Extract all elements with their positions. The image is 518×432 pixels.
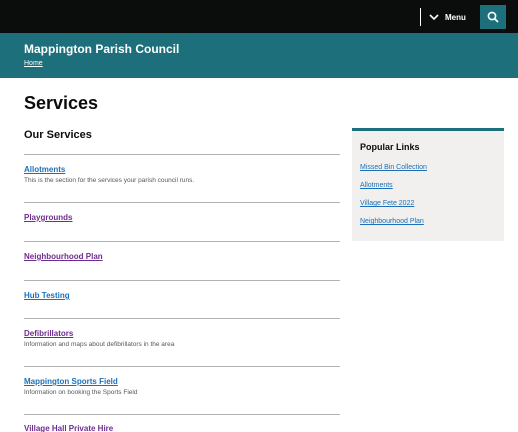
- top-bar: Menu: [0, 0, 518, 33]
- list-item: Hub Testing: [24, 280, 340, 318]
- popular-link-missed-bin[interactable]: Missed Bin Collection: [360, 164, 427, 171]
- list-item: Playgrounds: [24, 202, 340, 241]
- popular-link-allotments[interactable]: Allotments: [360, 182, 393, 189]
- menu-button[interactable]: Menu: [420, 8, 466, 26]
- service-description: Information on booking the Sports Field: [24, 389, 138, 396]
- breadcrumb-home-link[interactable]: Home: [24, 60, 43, 67]
- service-link-defibrillators[interactable]: Defibrillators: [24, 329, 73, 338]
- menu-label: Menu: [445, 12, 466, 22]
- popular-links-title: Popular Links: [360, 142, 420, 152]
- popular-link-neighbourhood-plan[interactable]: Neighbourhood Plan: [360, 218, 424, 225]
- service-link-hub-testing[interactable]: Hub Testing: [24, 291, 70, 300]
- list-item: Village Hall Private Hire: [24, 414, 340, 432]
- popular-link-village-fete[interactable]: Village Fete 2022: [360, 200, 414, 207]
- search-icon: [487, 11, 499, 23]
- search-button[interactable]: [480, 5, 506, 29]
- service-link-neighbourhood-plan[interactable]: Neighbourhood Plan: [24, 252, 103, 261]
- site-title[interactable]: Mappington Parish Council: [24, 42, 179, 56]
- list-item: Allotments This is the section for the s…: [24, 154, 340, 202]
- service-description: Information and maps about defibrillator…: [24, 341, 175, 348]
- service-link-village-hall-hire[interactable]: Village Hall Private Hire: [24, 424, 113, 432]
- list-item: Neighbourhood Plan: [24, 241, 340, 280]
- service-link-sports-field[interactable]: Mappington Sports Field: [24, 377, 118, 386]
- service-description: This is the section for the services you…: [24, 177, 195, 184]
- list-item: Mappington Sports Field Information on b…: [24, 366, 340, 414]
- service-link-allotments[interactable]: Allotments: [24, 165, 65, 174]
- page-title: Services: [24, 93, 99, 113]
- list-item: Defibrillators Information and maps abou…: [24, 318, 340, 366]
- chevron-down-icon: [429, 14, 439, 21]
- service-link-playgrounds[interactable]: Playgrounds: [24, 213, 72, 222]
- site-header: Mappington Parish Council Home: [0, 33, 518, 78]
- section-title: Our Services: [24, 129, 92, 141]
- popular-links-panel: Popular Links Missed Bin Collection Allo…: [352, 128, 504, 241]
